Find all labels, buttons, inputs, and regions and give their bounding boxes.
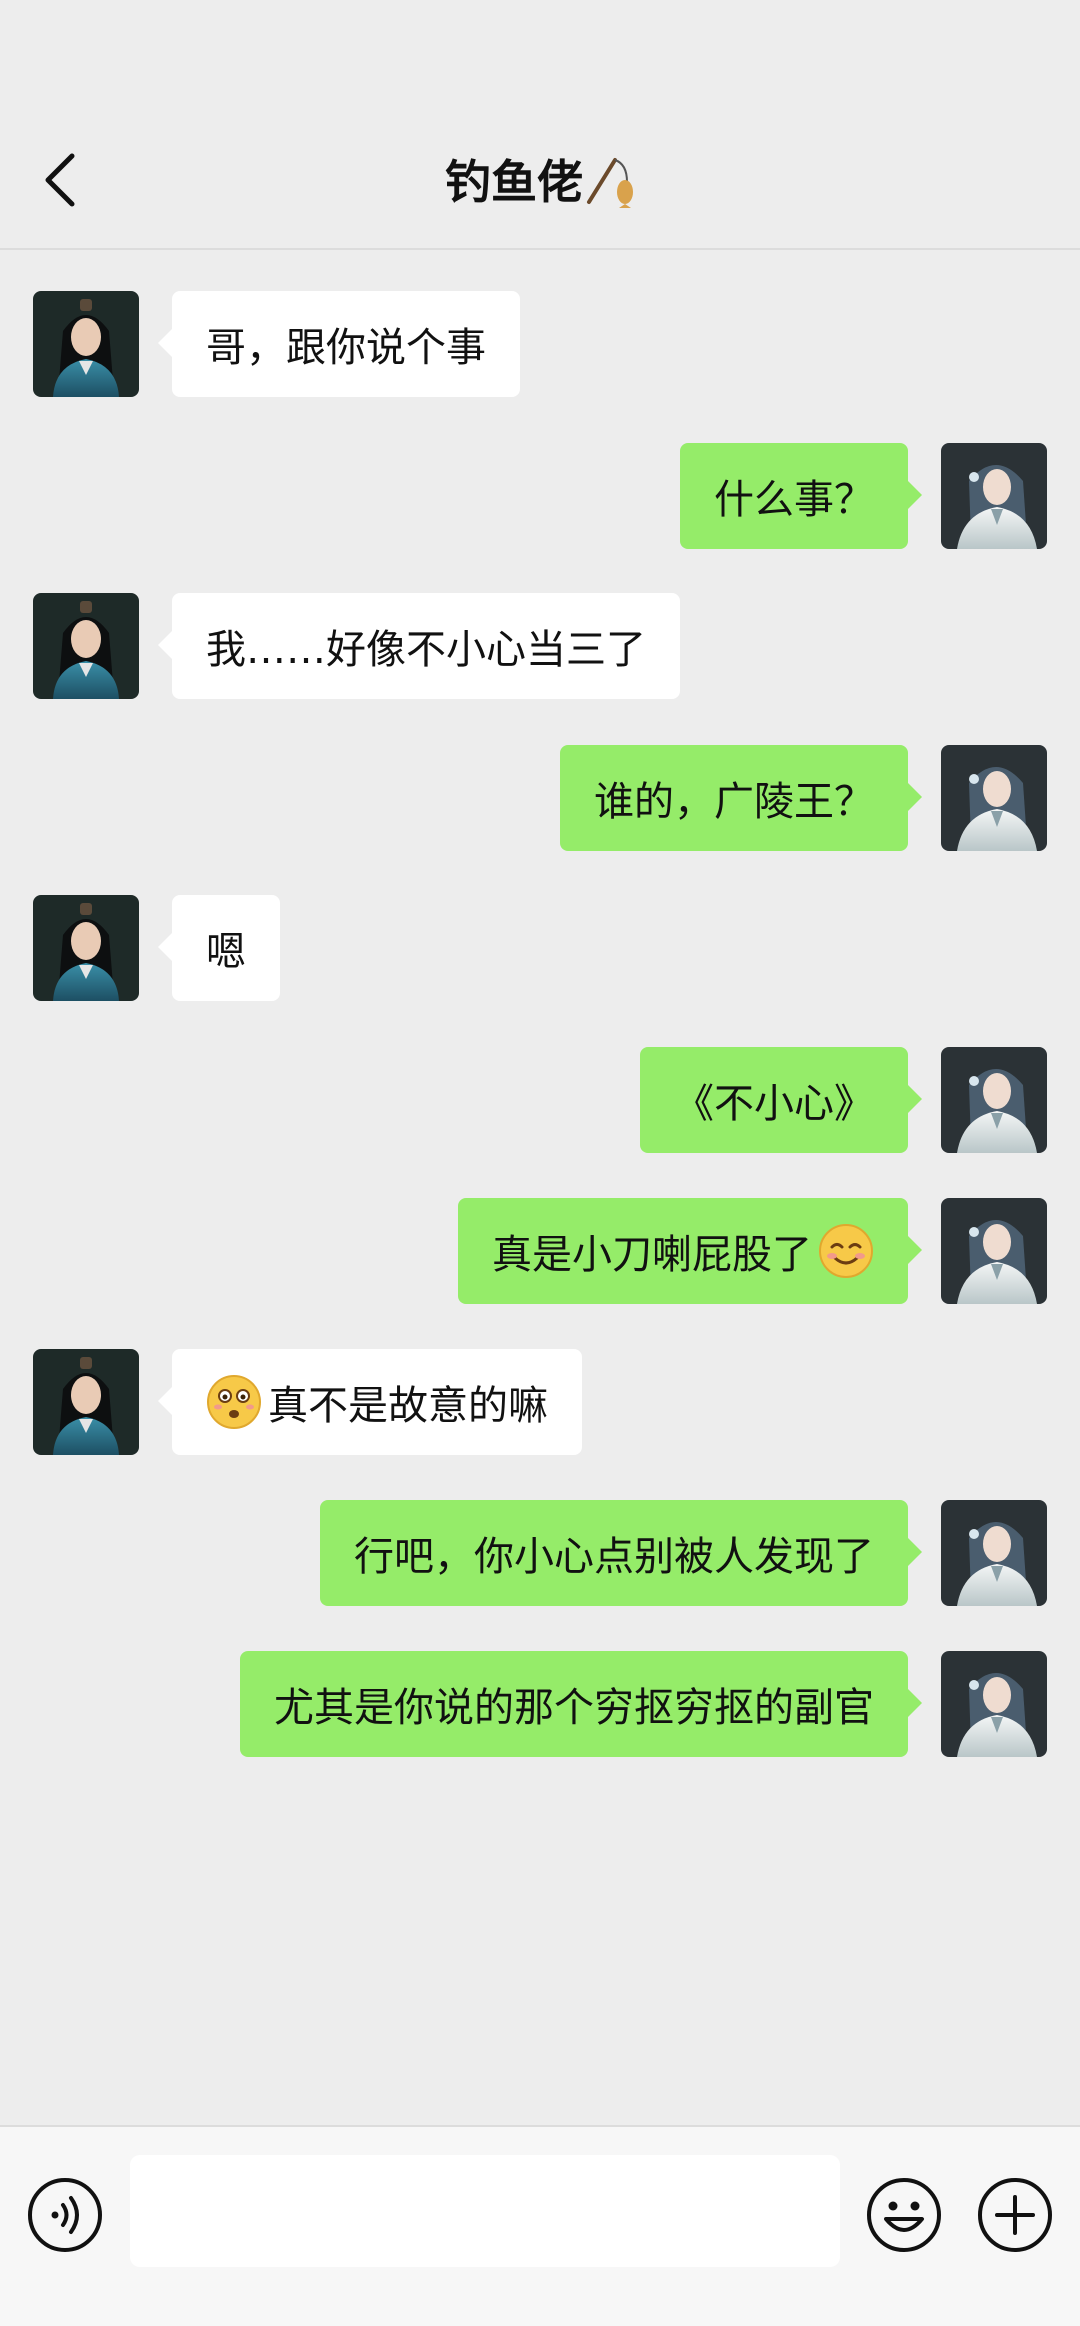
- my-avatar[interactable]: [941, 1651, 1047, 1757]
- message-text: 行吧，你小心点别被人发现了: [354, 1534, 874, 1580]
- contact-avatar[interactable]: [33, 593, 139, 699]
- plus-circle-icon[interactable]: [975, 2175, 1055, 2255]
- message-row: 行吧，你小心点别被人发现了: [320, 1500, 1047, 1606]
- received-bubble[interactable]: 嗯: [158, 895, 280, 1001]
- sent-bubble[interactable]: 《不小心》: [640, 1047, 922, 1153]
- message-text: 《不小心》: [674, 1081, 874, 1127]
- input-bar: [0, 2125, 1080, 2326]
- my-avatar[interactable]: [941, 1198, 1047, 1304]
- received-bubble[interactable]: 哥，跟你说个事: [158, 291, 520, 397]
- chat-header: 钓鱼佬: [0, 0, 1080, 250]
- sent-bubble[interactable]: 什么事？: [680, 443, 922, 549]
- message-text: 真是小刀喇屁股了: [492, 1232, 812, 1278]
- message-input[interactable]: [130, 2155, 840, 2267]
- my-avatar[interactable]: [941, 1500, 1047, 1606]
- message-text: 哥，跟你说个事: [206, 325, 486, 371]
- message-text: 什么事？: [714, 477, 874, 523]
- flushed-face-emoji: [207, 1375, 261, 1429]
- my-avatar[interactable]: [941, 443, 1047, 549]
- contact-avatar[interactable]: [33, 291, 139, 397]
- message-text: 真不是故意的嘛: [268, 1383, 548, 1429]
- message-row: 谁的，广陵王？: [560, 745, 1047, 851]
- received-bubble[interactable]: 真不是故意的嘛: [158, 1349, 582, 1455]
- message-text: 谁的，广陵王？: [594, 779, 874, 825]
- sent-bubble[interactable]: 真是小刀喇屁股了: [458, 1198, 922, 1304]
- sent-bubble[interactable]: 尤其是你说的那个穷抠穷抠的副官: [240, 1651, 922, 1757]
- my-avatar[interactable]: [941, 1047, 1047, 1153]
- message-row: 哥，跟你说个事: [33, 291, 520, 397]
- message-row: 真是小刀喇屁股了: [458, 1198, 1047, 1304]
- relieved-smile-emoji: [819, 1224, 873, 1278]
- voice-icon[interactable]: [25, 2175, 105, 2255]
- contact-avatar[interactable]: [33, 1349, 139, 1455]
- message-row: 《不小心》: [640, 1047, 1047, 1153]
- message-row: 嗯: [33, 895, 280, 1001]
- message-row: 我……好像不小心当三了: [33, 593, 680, 699]
- contact-avatar[interactable]: [33, 895, 139, 1001]
- fishing-pole-icon: [587, 158, 633, 208]
- message-row: 真不是故意的嘛: [33, 1349, 582, 1455]
- message-text: 我……好像不小心当三了: [206, 627, 646, 673]
- sent-bubble[interactable]: 谁的，广陵王？: [560, 745, 922, 851]
- message-row: 尤其是你说的那个穷抠穷抠的副官: [240, 1651, 1047, 1757]
- sent-bubble[interactable]: 行吧，你小心点别被人发现了: [320, 1500, 922, 1606]
- smiley-icon[interactable]: [864, 2175, 944, 2255]
- message-row: 什么事？: [680, 443, 1047, 549]
- received-bubble[interactable]: 我……好像不小心当三了: [158, 593, 680, 699]
- chat-title-text: 钓鱼佬: [445, 155, 583, 209]
- chat-title: 钓鱼佬: [0, 146, 1080, 212]
- message-text: 嗯: [206, 929, 246, 975]
- my-avatar[interactable]: [941, 745, 1047, 851]
- message-text: 尤其是你说的那个穷抠穷抠的副官: [274, 1685, 874, 1731]
